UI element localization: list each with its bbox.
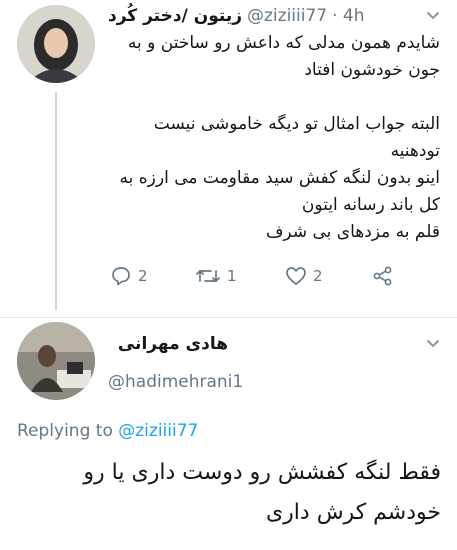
handle[interactable]: @ziziiii77	[247, 6, 327, 26]
avatar[interactable]	[17, 5, 95, 83]
divider	[0, 317, 457, 318]
tweet-line: خودشم کرش داری	[265, 500, 441, 525]
tweet-line: تودهنیه	[390, 141, 440, 161]
display-name[interactable]: هادی مهرانی	[108, 334, 228, 354]
tweet-line	[108, 84, 440, 111]
reply-button[interactable]: 2	[110, 265, 148, 287]
replying-prefix: Replying to	[17, 421, 113, 441]
reply-icon	[112, 267, 130, 286]
timestamp[interactable]: · 4h	[332, 6, 364, 26]
share-button[interactable]	[372, 265, 394, 287]
display-name[interactable]: زیتون /دختر کُرد	[108, 6, 242, 26]
thread-line	[55, 92, 57, 310]
heart-icon	[286, 267, 306, 285]
replying-to: Replying to @ziziiii77	[17, 421, 198, 441]
tweet-body: فقط لنگه کفشش رو دوست داری یا رو خودشم ک…	[17, 453, 441, 533]
retweet-icon	[196, 270, 220, 282]
tweet-line: قلم به مزدهای بی شرف	[265, 222, 440, 242]
tweet-header: زیتون /دختر کُرد @ziziiii77 · 4h	[108, 4, 438, 28]
chevron-down-icon[interactable]	[425, 8, 441, 28]
like-button[interactable]: 2	[285, 265, 323, 287]
tweet-line: فقط لنگه کفشش رو دوست داری یا رو	[83, 460, 441, 485]
avatar[interactable]	[17, 322, 95, 400]
share-icon	[373, 266, 392, 286]
tweet-body: شایدم همون مدلی که داعش رو ساختن و به جو…	[108, 30, 441, 246]
like-count: 2	[313, 267, 323, 285]
tweet-line: اینو بدون لنگه کفش سید مقاومت می ارزه به	[119, 168, 441, 188]
reply-count: 2	[138, 267, 148, 285]
handle[interactable]: @hadimehrani1	[108, 372, 243, 392]
tweet-line: البته جواب امثال تو دیگه خاموشی نیست	[153, 114, 440, 134]
replying-to-handle[interactable]: @ziziiii77	[118, 421, 198, 441]
tweet-line: شایدم همون مدلی که داعش رو ساختن و به	[127, 33, 440, 53]
tweet-line: جون خودشون افتاد	[304, 60, 440, 80]
chevron-down-icon[interactable]	[425, 336, 441, 356]
tweet-line: کل باند رسانه ایتون	[301, 195, 440, 215]
retweet-count: 1	[227, 267, 237, 285]
retweet-button[interactable]: 1	[195, 265, 237, 287]
